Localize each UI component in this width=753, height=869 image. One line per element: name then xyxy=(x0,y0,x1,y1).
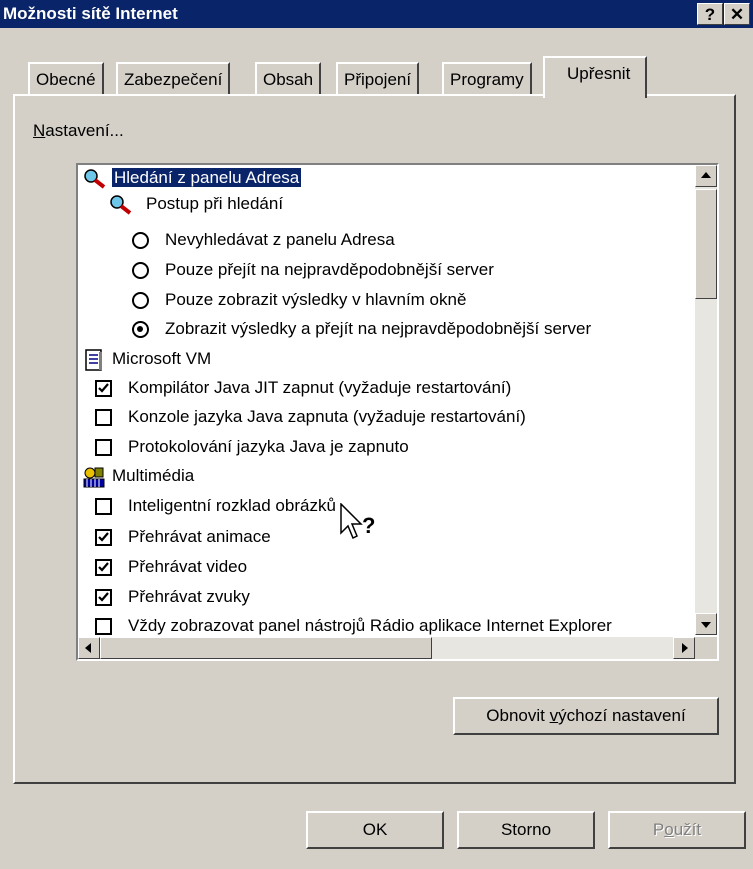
list-item-label: Vždy zobrazovat panel nástrojů Rádio apl… xyxy=(128,616,612,635)
list-item-label: Microsoft VM xyxy=(112,349,212,368)
list-item-label: Přehrávat video xyxy=(128,557,248,576)
list-item-radio[interactable]: Pouze zobrazit výsledky v hlavním okně xyxy=(165,287,466,313)
checkmark-icon xyxy=(98,532,109,542)
button-label: P xyxy=(652,820,665,839)
list-item-category[interactable]: Multimédia xyxy=(112,463,194,489)
button-label: OK xyxy=(362,820,388,839)
tab-pripojeni[interactable]: Připojení xyxy=(336,62,420,96)
list-item-label: Konzole jazyka Java zapnuta (vyžaduje re… xyxy=(128,407,526,426)
document-icon xyxy=(85,349,102,371)
checkbox-checked[interactable] xyxy=(95,559,112,576)
checkbox-checked[interactable] xyxy=(95,589,112,606)
tab-label: Upřesnit xyxy=(567,64,631,83)
list-item-label: Multimédia xyxy=(112,466,195,485)
radio-button-selected[interactable] xyxy=(132,321,149,338)
list-item-radio[interactable]: Nevyhledávat z panelu Adresa xyxy=(165,227,395,253)
checkbox[interactable] xyxy=(95,618,112,635)
radio-button[interactable] xyxy=(132,292,149,309)
checkbox-checked[interactable] xyxy=(95,529,112,546)
tab-upresnit[interactable]: Upřesnit xyxy=(543,56,647,98)
scroll-down-button[interactable] xyxy=(695,613,717,635)
tab-obsah[interactable]: Obsah xyxy=(255,62,322,96)
scroll-up-button[interactable] xyxy=(695,165,717,187)
list-item-checkbox[interactable]: Přehrávat zvuky xyxy=(128,584,250,610)
radio-button[interactable] xyxy=(132,262,149,279)
list-item-label: Inteligentní rozklad obrázků xyxy=(128,496,336,515)
button-label: užít xyxy=(673,820,702,839)
checkmark-icon xyxy=(98,562,109,572)
list-item-checkbox[interactable]: Konzole jazyka Java zapnuta (vyžaduje re… xyxy=(128,404,526,430)
list-item-checkbox[interactable]: Kompilátor Java JIT zapnut (vyžaduje res… xyxy=(128,375,511,401)
list-item-label: Pouze zobrazit výsledky v hlavním okně xyxy=(165,290,467,309)
list-item-checkbox[interactable]: Přehrávat video xyxy=(128,554,247,580)
list-item-label: Postup při hledání xyxy=(146,194,284,213)
tab-label: Obecné xyxy=(36,70,96,89)
help-button[interactable]: ? xyxy=(697,3,723,25)
scroll-left-button[interactable] xyxy=(78,637,100,659)
list-item-label: Přehrávat zvuky xyxy=(128,587,250,606)
list-item-checkbox[interactable]: Přehrávat animace xyxy=(128,524,271,550)
list-item-label: Přehrávat animace xyxy=(128,527,271,546)
multimedia-icon xyxy=(83,467,105,488)
cancel-button[interactable]: Storno xyxy=(457,811,595,849)
radio-dot xyxy=(137,326,143,332)
list-item-category[interactable]: Hledání z panelu Adresa xyxy=(110,165,303,191)
scroll-thumb[interactable] xyxy=(695,189,717,299)
button-label: Storno xyxy=(500,820,552,839)
list-item-label: Hledání z panelu Adresa xyxy=(110,167,303,188)
settings-list[interactable]: Hledání z panelu Adresa Postup při hledá… xyxy=(76,163,719,661)
help-cursor-icon: ? xyxy=(340,503,375,540)
ok-button[interactable]: OK xyxy=(306,811,444,849)
list-item-label: Zobrazit výsledky a přejít na nejpravděp… xyxy=(165,319,592,338)
settings-label-accesskey: N xyxy=(33,121,46,140)
checkbox[interactable] xyxy=(95,439,112,456)
search-icon xyxy=(110,195,132,215)
tab-label: Zabezpečení xyxy=(124,70,223,89)
list-item-label: Protokolování jazyka Java je zapnuto xyxy=(128,437,409,456)
tab-label: Připojení xyxy=(344,70,412,89)
list-item-label: Kompilátor Java JIT zapnut (vyžaduje res… xyxy=(128,378,512,397)
list-item-category[interactable]: Microsoft VM xyxy=(112,346,211,372)
list-item-radio[interactable]: Zobrazit výsledky a přejít na nejpravděp… xyxy=(165,316,591,342)
window-title: Možnosti sítě Internet xyxy=(3,4,178,23)
tab-label: Obsah xyxy=(263,70,314,89)
list-item-checkbox[interactable]: Protokolování jazyka Java je zapnuto xyxy=(128,434,409,460)
horizontal-scrollbar[interactable] xyxy=(78,637,695,659)
internet-options-dialog: Možnosti sítě Internet ? ✕ Obecné Zabezp… xyxy=(0,0,753,869)
search-icon xyxy=(84,169,106,189)
list-item-label: Nevyhledávat z panelu Adresa xyxy=(165,230,395,249)
list-item-subcategory: Postup při hledání xyxy=(146,191,283,217)
tab-obecne[interactable]: Obecné xyxy=(28,62,104,96)
list-item-label: Pouze přejít na nejpravděpodobnější serv… xyxy=(165,260,494,279)
scroll-right-button[interactable] xyxy=(673,637,695,659)
settings-label: Nastavení... xyxy=(33,121,124,141)
arrow-left-icon xyxy=(85,643,91,653)
tab-zabezpeceni[interactable]: Zabezpečení xyxy=(116,62,231,96)
settings-label-text: astavení... xyxy=(45,121,124,140)
tab-label: Programy xyxy=(450,70,524,89)
tab-programy[interactable]: Programy xyxy=(442,62,532,96)
scroll-corner xyxy=(695,637,717,659)
radio-button[interactable] xyxy=(132,232,149,249)
list-item-radio[interactable]: Pouze přejít na nejpravděpodobnější serv… xyxy=(165,257,494,283)
list-item-checkbox[interactable]: Vždy zobrazovat panel nástrojů Rádio apl… xyxy=(128,613,612,639)
apply-button[interactable]: Použít xyxy=(608,811,746,849)
checkmark-icon xyxy=(98,383,109,393)
scroll-thumb[interactable] xyxy=(100,637,432,659)
button-label-accesskey: o xyxy=(664,820,674,839)
arrow-down-icon xyxy=(701,622,711,628)
svg-text:?: ? xyxy=(362,513,375,538)
close-button[interactable]: ✕ xyxy=(724,3,750,25)
list-item-checkbox[interactable]: Inteligentní rozklad obrázků xyxy=(128,493,336,519)
checkbox-checked[interactable] xyxy=(95,380,112,397)
checkbox[interactable] xyxy=(95,498,112,515)
checkbox[interactable] xyxy=(95,409,112,426)
vertical-scrollbar[interactable] xyxy=(695,165,717,635)
title-bar[interactable]: Možnosti sítě Internet ? ✕ xyxy=(0,0,753,28)
arrow-up-icon xyxy=(701,172,711,178)
arrow-right-icon xyxy=(682,643,688,653)
checkmark-icon xyxy=(98,592,109,602)
